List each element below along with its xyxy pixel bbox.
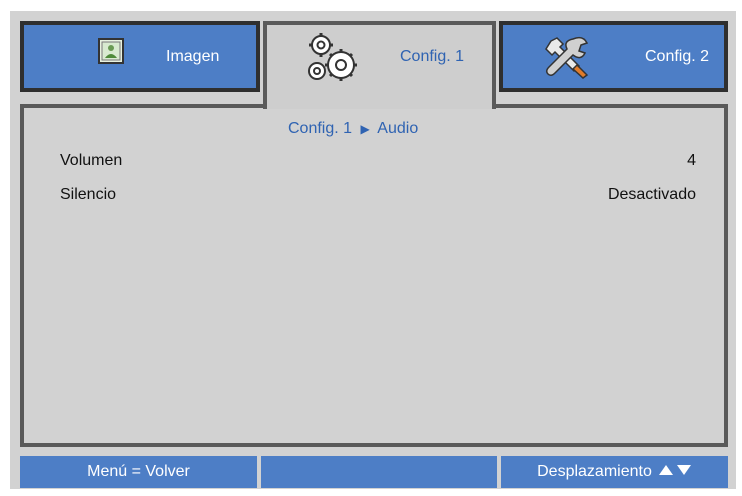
tab-config-1[interactable]: Config. 1 <box>263 21 496 109</box>
tab-config-2[interactable]: Config. 2 <box>499 21 728 92</box>
breadcrumb: Config. 1 ▶ Audio <box>288 120 418 138</box>
tab-label: Config. 2 <box>645 48 710 65</box>
chevron-right-icon: ▶ <box>360 122 370 136</box>
setting-value-silencio[interactable]: Desactivado <box>608 186 696 204</box>
footer-middle <box>261 456 497 488</box>
tab-label: Config. 1 <box>400 48 465 65</box>
footer-scroll: Desplazamiento <box>501 456 728 488</box>
tools-icon <box>543 35 591 84</box>
tab-imagen[interactable]: Imagen <box>20 21 260 92</box>
setting-label-silencio[interactable]: Silencio <box>60 186 116 204</box>
footer-back-label: Menú = Volver <box>87 463 190 480</box>
tab-label: Imagen <box>166 48 220 65</box>
setting-label-volumen[interactable]: Volumen <box>60 152 122 170</box>
image-icon <box>98 38 124 69</box>
breadcrumb-current: Audio <box>377 120 419 137</box>
footer-back: Menú = Volver <box>20 456 257 488</box>
breadcrumb-parent: Config. 1 <box>288 120 353 137</box>
footer-scroll-label: Desplazamiento <box>537 463 652 480</box>
arrow-up-down-icon <box>658 463 692 481</box>
gears-icon <box>305 31 365 92</box>
setting-value-volumen[interactable]: 4 <box>687 152 696 170</box>
settings-panel <box>20 104 728 447</box>
